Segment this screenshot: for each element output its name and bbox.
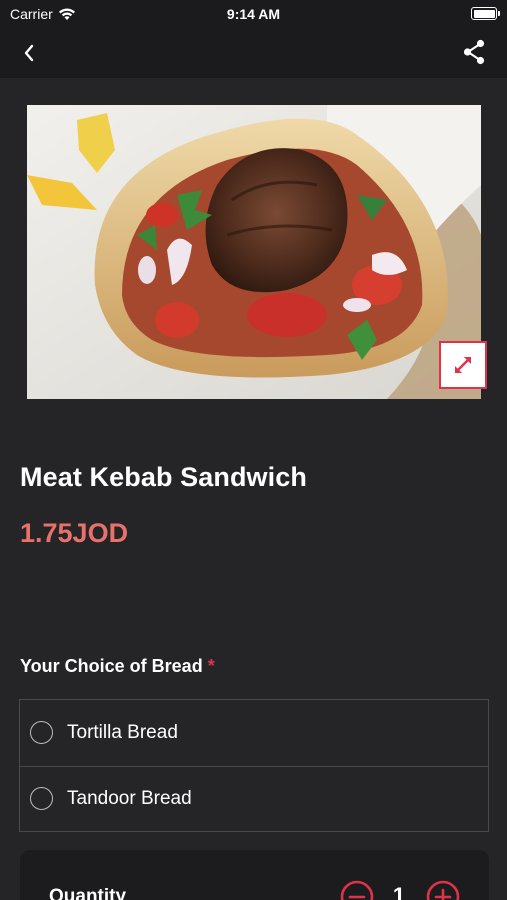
minus-circle-icon[interactable] (340, 880, 374, 900)
product-image[interactable] (27, 105, 481, 399)
product-title: Meat Kebab Sandwich (20, 462, 307, 492)
kebab-sandwich-picture (27, 105, 481, 399)
share-button[interactable] (459, 37, 489, 67)
required-mark: * (207, 656, 215, 676)
plus-circle-icon[interactable] (426, 880, 460, 900)
status-bar: Carrier 9:14 AM (0, 0, 507, 28)
battery-icon (471, 7, 500, 20)
nav-bar (0, 28, 507, 78)
product-price: 1.75JOD (20, 518, 129, 548)
quantity-value: 1 (392, 883, 406, 900)
quantity-label: Quantity (49, 886, 127, 900)
quantity-card: Quantity 1 (20, 850, 489, 900)
bread-options-list: Tortilla Bread Tandoor Bread (19, 699, 489, 832)
chevron-left-icon (24, 44, 34, 62)
share-icon (463, 39, 485, 65)
option-tortilla-bread[interactable]: Tortilla Bread (20, 700, 488, 766)
bread-choice-heading: Your Choice of Bread * (20, 656, 215, 677)
option-tandoor-bread[interactable]: Tandoor Bread (20, 765, 488, 832)
radio-button[interactable] (30, 787, 53, 811)
radio-button[interactable] (30, 721, 53, 745)
expand-image-button[interactable] (439, 341, 487, 389)
expand-arrows-icon (455, 357, 471, 373)
bread-choice-label: Your Choice of Bread (20, 656, 203, 676)
option-label: Tandoor Bread (67, 787, 192, 809)
option-label: Tortilla Bread (67, 721, 178, 743)
back-button[interactable] (14, 39, 44, 67)
status-time: 9:14 AM (226, 6, 281, 22)
